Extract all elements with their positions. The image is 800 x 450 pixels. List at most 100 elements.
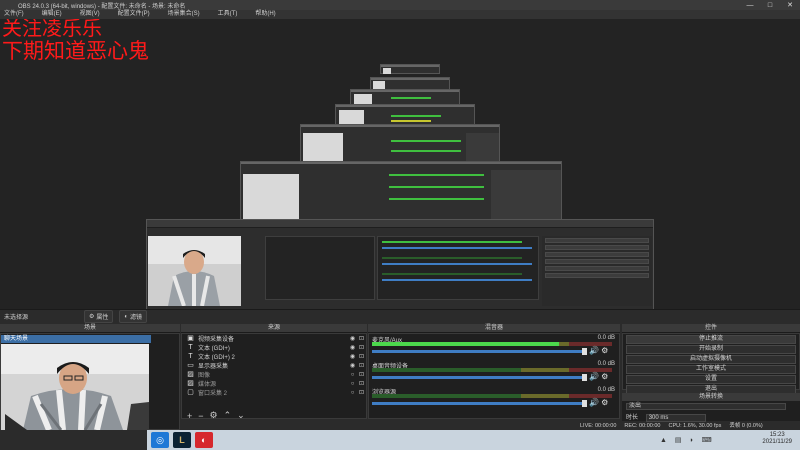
menu-help[interactable]: 帮助(H)	[255, 10, 275, 19]
speaker-icon[interactable]: 🔊 ⚙	[589, 398, 608, 407]
move-up-icon[interactable]: ⌃	[224, 410, 232, 421]
source-item[interactable]: T 文本 (GDI+) 2 ◉ ⊡	[182, 352, 366, 361]
menu-view[interactable]: 视图(V)	[80, 10, 100, 19]
lock-icon[interactable]: ⊡	[357, 335, 366, 342]
status-bar: LIVE: 00:00:00 REC: 00:00:00 CPU: 1.6%, …	[560, 422, 800, 430]
maximize-button[interactable]: □	[760, 0, 780, 10]
controls-dock-header: 控件	[622, 324, 800, 333]
preview-canvas[interactable]: 关注凌乐乐 下期知道恶心鬼	[0, 19, 800, 309]
add-source-button[interactable]: +	[187, 411, 192, 421]
nested-window-1	[380, 64, 440, 74]
volume-meter	[372, 394, 612, 398]
lock-icon[interactable]: ⊡	[357, 371, 366, 378]
close-button[interactable]: ✕	[780, 0, 800, 10]
filters-button[interactable]: ◐ 滤镜	[119, 310, 148, 323]
volume-slider-handle[interactable]	[582, 348, 587, 355]
source-item[interactable]: ▣ 视频采集设备 ◉ ⊡	[182, 334, 366, 343]
sources-dock-header: 来源	[181, 324, 367, 333]
scenes-dock-header: 场景	[0, 324, 180, 333]
browser-app-icon[interactable]: ◎	[151, 432, 169, 448]
lock-icon[interactable]: ⊡	[357, 362, 366, 369]
volume-slider-handle[interactable]	[582, 400, 587, 407]
visibility-eye-icon[interactable]: ◉	[348, 362, 357, 369]
dropped-frames: 丢帧 0 (0.0%)	[729, 423, 763, 429]
studio-mode-button[interactable]: 工作室模式	[626, 365, 796, 374]
settings-button[interactable]: 设置	[626, 375, 796, 384]
cpu-status: CPU: 1.6%, 30.00 fps	[668, 423, 722, 429]
visibility-eye-icon[interactable]: ◉	[348, 353, 357, 360]
window-title: OBS 24.0.3 (64-bit, windows) - 配置文件: 未命名…	[18, 3, 186, 10]
visibility-eye-icon[interactable]: ○	[348, 381, 357, 387]
mixer-dock-header: 混音器	[368, 324, 620, 333]
taskbar-clock[interactable]: 15:23 2021/11/29	[762, 432, 792, 446]
visibility-eye-icon[interactable]: ○	[348, 372, 357, 378]
menu-profile[interactable]: 配置文件(P)	[118, 10, 150, 19]
transitions-dock-header: 场景转换	[622, 393, 800, 401]
camera-icon: ▣	[187, 335, 194, 342]
properties-button[interactable]: ⚙ 属性	[84, 310, 114, 323]
duration-input[interactable]: 300 ms	[645, 414, 706, 422]
virtual-camera-button[interactable]: 启动虚拟摄像机	[626, 355, 796, 364]
source-toolbar: 未选择源 ⚙ 属性 ◐ 滤镜	[0, 309, 800, 323]
source-item[interactable]: T 文本 (GDI+) ◉ ⊡	[182, 343, 366, 352]
transitions-panel: 淡出 时长 300 ms	[622, 401, 800, 422]
gear-icon: ⚙	[89, 314, 95, 320]
rec-status: REC: 00:00:00	[624, 423, 661, 429]
menu-scene-collection[interactable]: 场景集合(S)	[168, 10, 200, 19]
live-status: LIVE: 00:00:00	[580, 423, 617, 429]
sources-toolbar: + − ⚙ ⌃ ⌄	[181, 410, 367, 421]
text-icon: T	[188, 353, 193, 360]
source-item[interactable]: ▨ 图像 ○ ⊡	[182, 370, 366, 379]
lock-icon[interactable]: ⊡	[357, 389, 366, 396]
nested-window-large	[146, 219, 654, 309]
image-icon: ▨	[187, 371, 194, 378]
transition-duration: 时长 300 ms	[626, 412, 706, 422]
transition-select[interactable]: 淡出	[626, 403, 786, 410]
menu-bar: 文件(F) 编辑(E) 视图(V) 配置文件(P) 场景集合(S) 工具(T) …	[0, 10, 800, 19]
speaker-icon[interactable]: 🔊 ⚙	[589, 346, 608, 355]
selected-source-label: 未选择源	[4, 315, 29, 321]
source-item[interactable]: ▨ 媒体源 ○ ⊡	[182, 379, 366, 388]
system-tray[interactable]: ▲ ▤ ◗ ⌨	[660, 436, 715, 444]
volume-slider[interactable]	[372, 376, 584, 379]
menu-file[interactable]: 文件(F)	[4, 10, 24, 19]
source-properties-gear-icon[interactable]: ⚙	[210, 410, 218, 421]
sources-panel: ▣ 视频采集设备 ◉ ⊡ T 文本 (GDI+) ◉ ⊡ T 文本 (GDI+)…	[181, 333, 367, 419]
volume-slider[interactable]	[372, 402, 584, 405]
visibility-eye-icon[interactable]: ◉	[348, 335, 357, 342]
lock-icon[interactable]: ⊡	[357, 344, 366, 351]
volume-meter	[372, 342, 612, 346]
title-bar: OBS 24.0.3 (64-bit, windows) - 配置文件: 未命名…	[0, 0, 800, 10]
image-icon: ▨	[187, 380, 194, 387]
minimize-button[interactable]: —	[740, 0, 760, 10]
game-app-icon[interactable]: L	[173, 432, 191, 448]
menu-edit[interactable]: 编辑(E)	[42, 10, 62, 19]
move-down-icon[interactable]: ⌄	[237, 410, 245, 421]
overlay-text-2: 下期知道恶心鬼	[2, 39, 149, 63]
lock-icon[interactable]: ⊡	[357, 353, 366, 360]
text-icon: T	[188, 344, 193, 351]
music-app-icon[interactable]: ◐	[195, 432, 213, 448]
lock-icon[interactable]: ⊡	[357, 380, 366, 387]
monitor-icon: ▭	[187, 362, 194, 369]
visibility-eye-icon[interactable]: ◉	[348, 344, 357, 351]
stop-streaming-button[interactable]: 停止推流	[626, 335, 796, 344]
menu-tools[interactable]: 工具(T)	[218, 10, 238, 19]
source-item[interactable]: ▢ 窗口采集 2 ○ ⊡	[182, 388, 366, 397]
mixer-track: 浏览器源 0.0 dB 🔊 ⚙	[372, 387, 615, 407]
scenes-panel: 聊天场景	[0, 333, 180, 430]
nested-camera-feed	[148, 236, 241, 306]
window-icon: ▢	[187, 389, 194, 396]
volume-meter	[372, 368, 612, 372]
remove-source-button[interactable]: −	[198, 411, 203, 421]
filter-icon: ◐	[124, 313, 129, 320]
scene-item[interactable]: 聊天场景	[1, 335, 151, 343]
mixer-track: 桌面音频设备 0.0 dB 🔊 ⚙	[372, 361, 615, 381]
window-controls: — □ ✕	[740, 0, 800, 10]
speaker-icon[interactable]: 🔊 ⚙	[589, 372, 608, 381]
start-recording-button[interactable]: 开始录制	[626, 345, 796, 354]
source-item[interactable]: ▭ 显示器采集 ◉ ⊡	[182, 361, 366, 370]
visibility-eye-icon[interactable]: ○	[348, 390, 357, 396]
volume-slider[interactable]	[372, 350, 584, 353]
volume-slider-handle[interactable]	[582, 374, 587, 381]
